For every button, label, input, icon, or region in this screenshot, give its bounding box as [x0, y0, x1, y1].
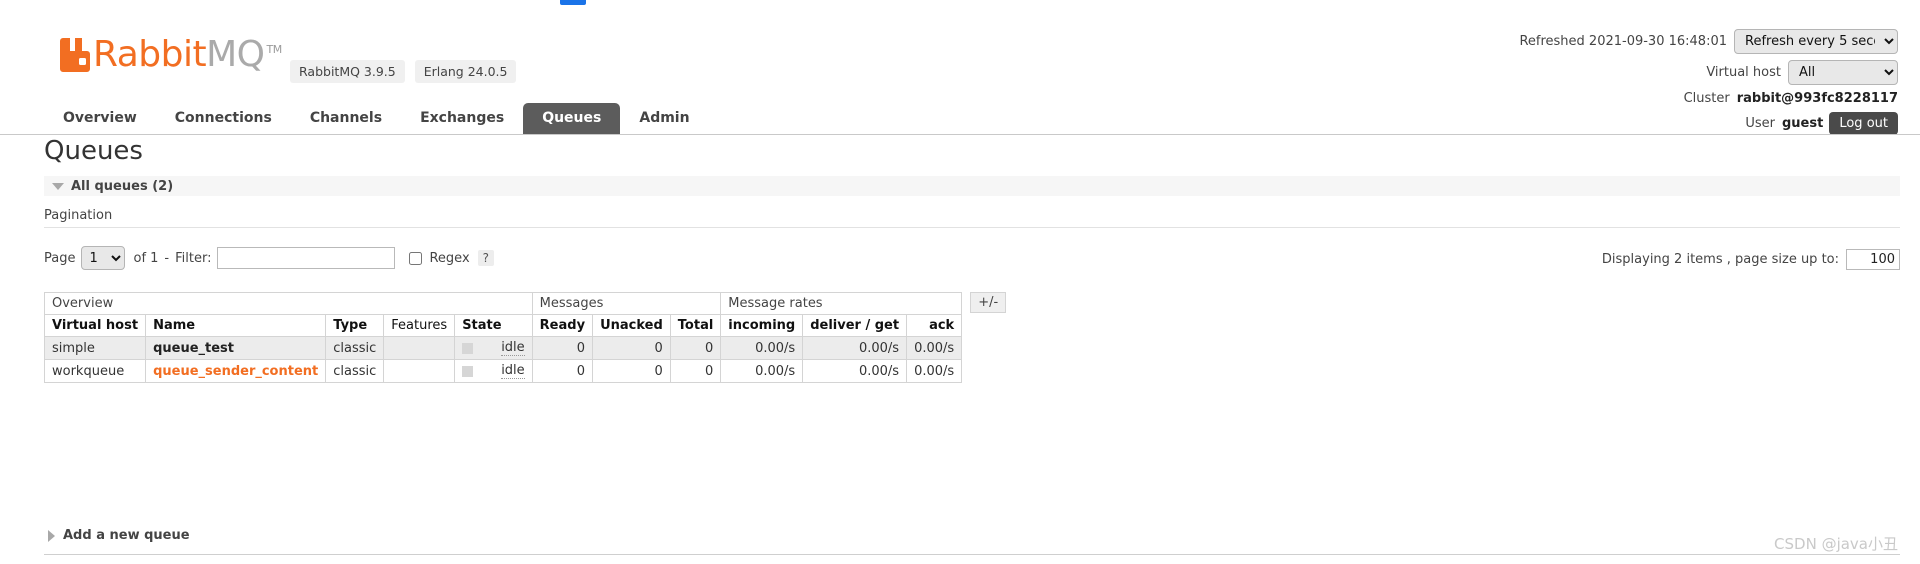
logo-text-rabbit: Rabbit [93, 34, 207, 75]
vhost-select[interactable]: All [1788, 60, 1898, 85]
group-message-rates: Message rates [720, 292, 963, 315]
page-size-input[interactable] [1846, 249, 1900, 270]
table-column-header-row: Virtual host Name Type Features State Re… [43, 314, 963, 337]
col-unacked[interactable]: Unacked [592, 314, 671, 337]
vhost-row: Virtual host All [1519, 60, 1898, 85]
rabbitmq-logo[interactable]: RabbitMQ TM [60, 33, 283, 75]
filter-label: Filter: [175, 250, 212, 266]
tab-overview[interactable]: Overview [44, 103, 156, 134]
watermark: CSDN @java小丑 [1774, 535, 1898, 553]
tab-admin[interactable]: Admin [620, 103, 708, 134]
col-state[interactable]: State [454, 314, 533, 337]
regex-checkbox[interactable] [409, 251, 423, 265]
col-total[interactable]: Total [669, 314, 722, 337]
cell-name: queue_test [145, 336, 327, 360]
rabbitmq-logo-icon [60, 38, 90, 72]
page-header: RabbitMQ TM RabbitMQ 3.9.5 Erlang 24.0.5 … [0, 5, 1920, 135]
cell-deliver-get: 0.00/s [802, 336, 908, 360]
tab-channels[interactable]: Channels [291, 103, 401, 134]
col-type[interactable]: Type [325, 314, 385, 337]
page-select[interactable]: 1 [81, 246, 126, 270]
cell-deliver-get: 0.00/s [802, 359, 908, 383]
filter-input[interactable] [217, 247, 396, 269]
queues-table-body: simple queue_test classic idle 0 0 0 0.0… [43, 336, 963, 383]
cell-state: idle [454, 336, 533, 360]
state-indicator-icon [462, 365, 474, 377]
state-text: idle [501, 363, 525, 379]
logo-text-mq: MQ [206, 34, 265, 75]
page-of-label: of 1 [133, 250, 159, 266]
chevron-down-icon [52, 182, 64, 190]
cell-features [383, 359, 456, 383]
queues-table-head: Overview Messages Message rates Virtual … [43, 292, 963, 337]
queues-table: Overview Messages Message rates Virtual … [43, 292, 963, 383]
cell-incoming: 0.00/s [720, 336, 804, 360]
chevron-right-icon [48, 529, 55, 542]
version-badges: RabbitMQ 3.9.5 Erlang 24.0.5 [290, 60, 517, 83]
table-group-header-row: Overview Messages Message rates [44, 292, 963, 315]
pagination-heading: Pagination [44, 208, 1900, 228]
rabbitmq-management-page: RabbitMQ TM RabbitMQ 3.9.5 Erlang 24.0.5 … [0, 0, 1920, 564]
col-ready[interactable]: Ready [531, 314, 594, 337]
cell-features [383, 336, 456, 360]
cell-type: classic [325, 359, 385, 383]
main-navigation: Overview Connections Channels Exchanges … [0, 103, 1920, 135]
refresh-interval-select[interactable]: Refresh every 5 seconds [1734, 29, 1898, 54]
queue-name-link[interactable]: queue_test [153, 341, 234, 356]
cell-virtual-host: simple [43, 336, 147, 360]
queue-name-link[interactable]: queue_sender_content [153, 364, 318, 379]
table-row[interactable]: simple queue_test classic idle 0 0 0 0.0… [43, 336, 963, 360]
cell-ack: 0.00/s [906, 359, 963, 383]
col-features: Features [383, 314, 456, 337]
refresh-row: Refreshed 2021-09-30 16:48:01 Refresh ev… [1519, 29, 1898, 54]
queues-table-wrapper: Overview Messages Message rates Virtual … [43, 292, 1007, 383]
group-messages: Messages [531, 292, 722, 315]
cell-state: idle [454, 359, 533, 383]
cell-ready: 0 [531, 336, 594, 360]
tab-queues[interactable]: Queues [523, 103, 621, 134]
all-queues-section-header[interactable]: All queues (2) [44, 176, 1900, 196]
cell-total: 0 [669, 359, 722, 383]
cell-unacked: 0 [592, 359, 671, 383]
cluster-row: Cluster rabbit@993fc8228117 [1519, 91, 1898, 106]
regex-help-icon[interactable]: ? [477, 250, 495, 266]
table-row[interactable]: workqueue queue_sender_content classic i… [43, 359, 963, 383]
badge-erlang-version: Erlang 24.0.5 [414, 60, 517, 83]
state-text: idle [501, 340, 525, 356]
cell-ack: 0.00/s [906, 336, 963, 360]
cell-name: queue_sender_content [145, 359, 327, 383]
state-indicator-icon [462, 342, 474, 354]
group-overview: Overview [44, 292, 533, 315]
pagination-controls: Page 1 of 1 - Filter: Regex ? Displaying… [44, 246, 1900, 274]
cluster-label: Cluster [1683, 91, 1730, 106]
badge-rabbitmq-version: RabbitMQ 3.9.5 [290, 60, 405, 83]
cell-incoming: 0.00/s [720, 359, 804, 383]
cell-total: 0 [669, 336, 722, 360]
tab-connections[interactable]: Connections [156, 103, 291, 134]
cell-ready: 0 [531, 359, 594, 383]
cell-unacked: 0 [592, 336, 671, 360]
col-deliver-get[interactable]: deliver / get [802, 314, 908, 337]
refreshed-timestamp: Refreshed 2021-09-30 16:48:01 [1519, 34, 1727, 49]
displaying-items-label: Displaying 2 items , page size up to: [1601, 252, 1839, 267]
logo-trademark: TM [266, 43, 283, 56]
col-name[interactable]: Name [145, 314, 327, 337]
add-new-queue-section[interactable]: Add a new queue [48, 528, 190, 543]
page-label: Page [44, 250, 76, 266]
add-new-queue-label: Add a new queue [63, 528, 190, 543]
col-virtual-host[interactable]: Virtual host [43, 314, 147, 337]
cell-type: classic [325, 336, 385, 360]
cell-virtual-host: workqueue [43, 359, 147, 383]
vhost-label: Virtual host [1706, 65, 1781, 80]
col-incoming[interactable]: incoming [720, 314, 804, 337]
toggle-columns-button[interactable]: +/- [970, 292, 1007, 313]
page-title: Queues [44, 136, 143, 166]
tab-exchanges[interactable]: Exchanges [401, 103, 523, 134]
cluster-name: rabbit@993fc8228117 [1736, 91, 1898, 106]
dash-separator: - [164, 250, 170, 266]
col-ack[interactable]: ack [906, 314, 963, 337]
all-queues-label: All queues (2) [71, 178, 174, 194]
regex-label: Regex [429, 250, 470, 266]
footer-divider [44, 554, 1900, 555]
